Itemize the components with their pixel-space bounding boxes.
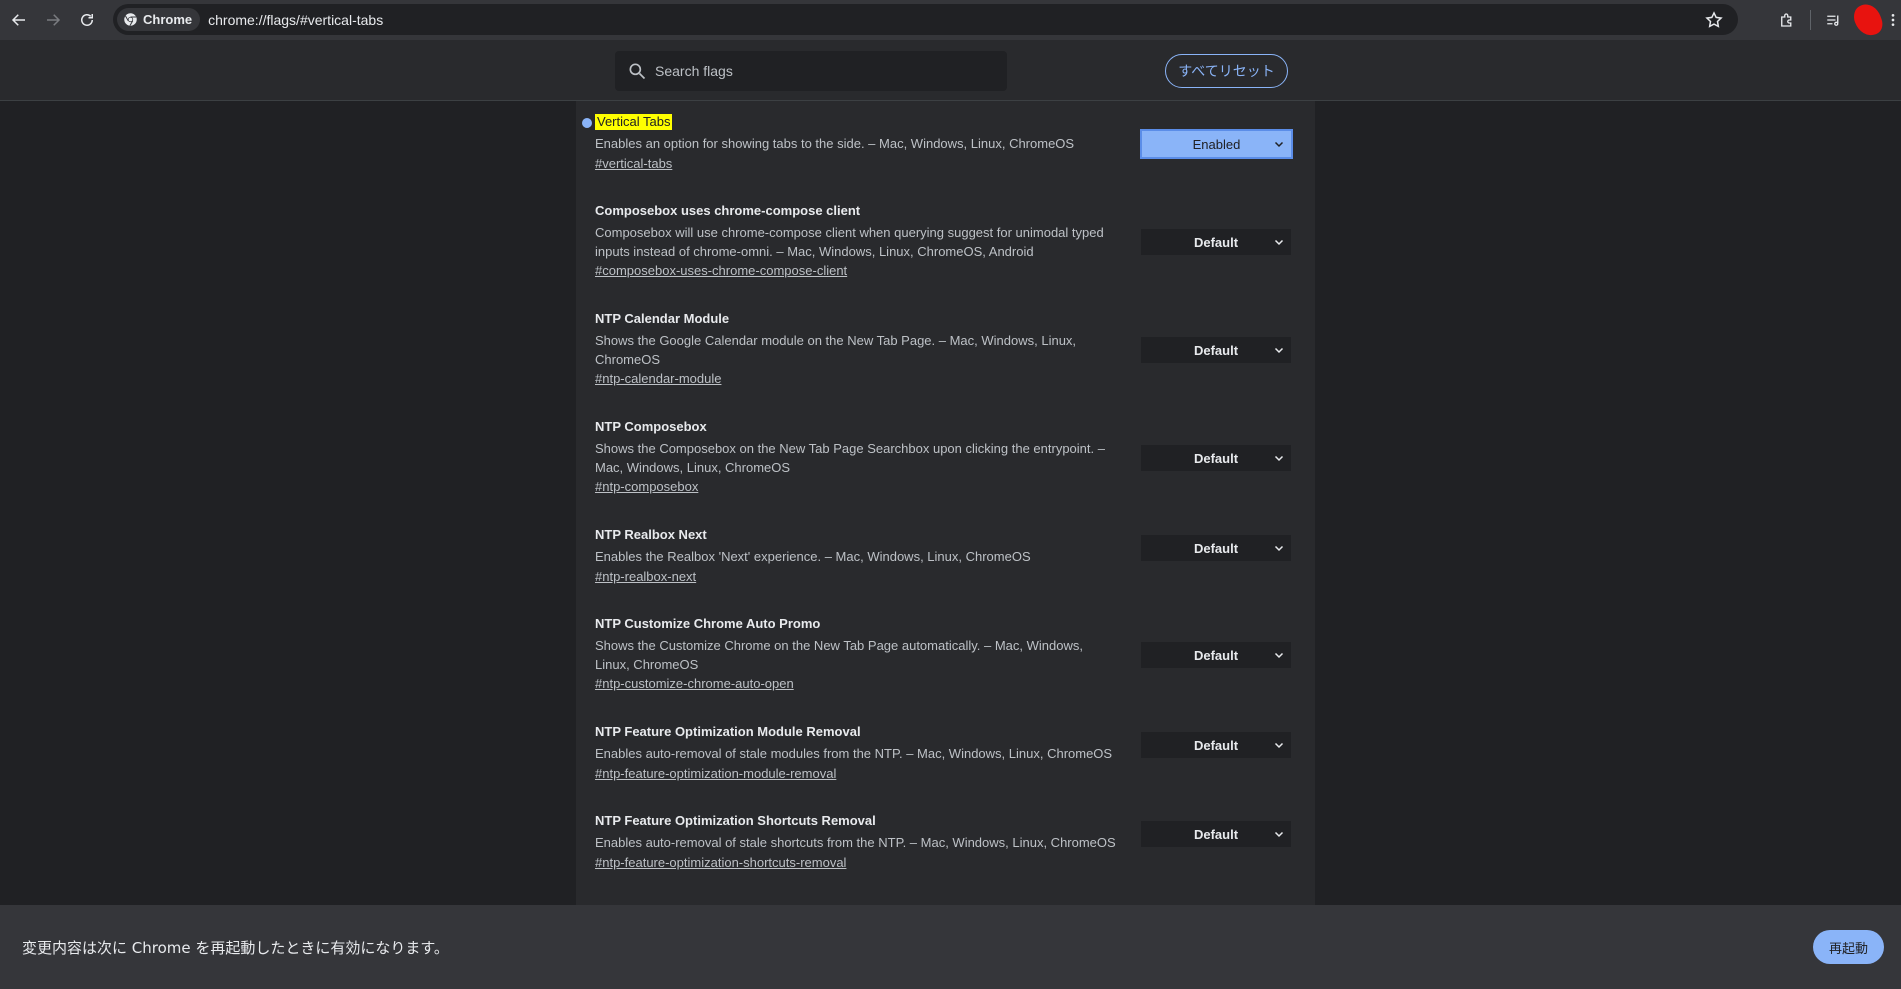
flag-description: Enables auto-removal of stale shortcuts … <box>595 835 1116 850</box>
flag-permalink[interactable]: #ntp-feature-optimization-module-removal <box>595 766 836 781</box>
flag-select-value: Default <box>1193 342 1239 358</box>
flag-title: NTP Feature Optimization Module Removal <box>595 724 861 739</box>
flag-title: Vertical Tabs <box>595 114 673 130</box>
flag-permalink[interactable]: #ntp-composebox <box>595 479 698 494</box>
flag-permalink[interactable]: #ntp-feature-optimization-shortcuts-remo… <box>595 855 846 870</box>
search-box[interactable] <box>615 51 1007 91</box>
puzzle-icon <box>1781 13 1792 27</box>
search-input[interactable] <box>653 62 987 80</box>
reset-all-button[interactable]: すべてリセット <box>1165 54 1288 88</box>
flag-select-value: Default <box>1193 826 1239 842</box>
flag-select[interactable]: Default <box>1141 732 1291 758</box>
flag-description: Enables an option for showing tabs to th… <box>595 136 1075 151</box>
flag-item: NTP Customize Chrome Auto Promo Shows th… <box>576 616 1315 696</box>
flag-title: NTP Calendar Module <box>595 311 730 326</box>
flag-description: Enables the Realbox 'Next' experience. –… <box>595 549 1031 564</box>
flag-item: Composebox uses chrome-compose client Co… <box>576 203 1315 283</box>
search-icon <box>629 63 646 80</box>
chrome-logo-icon <box>124 13 137 26</box>
chevron-down-icon <box>1274 545 1284 552</box>
flag-select[interactable]: Default <box>1141 821 1291 847</box>
modified-dot <box>582 118 592 128</box>
chevron-down-icon <box>1274 455 1284 462</box>
flag-select[interactable]: Default <box>1141 642 1291 668</box>
flag-description: Shows the Customize Chrome on the New Ta… <box>595 638 1083 672</box>
flag-title: NTP Realbox Next <box>595 527 707 542</box>
flag-title: NTP Customize Chrome Auto Promo <box>595 616 821 631</box>
forward-button[interactable] <box>37 4 69 36</box>
reload-icon <box>81 14 93 26</box>
toolbar-right <box>1770 0 1901 40</box>
toolbar-divider <box>1810 10 1811 30</box>
flag-description: Shows the Google Calendar module on the … <box>595 333 1077 367</box>
flag-item: Vertical Tabs Enables an option for show… <box>576 114 1315 184</box>
playlist-icon <box>1827 15 1839 26</box>
relaunch-bar: 変更内容は次に Chrome を再起動したときに有効になります。 再起動 <box>0 905 1901 989</box>
back-button[interactable] <box>3 4 35 36</box>
flag-select-value: Default <box>1193 540 1239 556</box>
forward-arrow-icon <box>47 14 61 26</box>
flag-select[interactable]: Default <box>1141 229 1291 255</box>
media-controls-button[interactable] <box>1817 3 1851 37</box>
relaunch-message: 変更内容は次に Chrome を再起動したときに有効になります。 <box>22 939 449 957</box>
more-vertical-icon <box>1891 14 1895 26</box>
chevron-down-icon <box>1274 831 1284 838</box>
flag-permalink[interactable]: #ntp-realbox-next <box>595 569 696 584</box>
flag-select-value: Enabled <box>1192 136 1241 152</box>
flag-description: Enables auto-removal of stale modules fr… <box>595 746 1113 761</box>
flag-select-value: Default <box>1193 647 1239 663</box>
menu-button[interactable] <box>1885 3 1901 37</box>
flag-permalink[interactable]: #ntp-customize-chrome-auto-open <box>595 676 794 691</box>
flag-permalink[interactable]: #composebox-uses-chrome-compose-client <box>595 263 847 278</box>
flag-select[interactable]: Default <box>1141 535 1291 561</box>
flag-permalink[interactable]: #ntp-calendar-module <box>595 371 721 386</box>
flag-item: NTP Calendar Module Shows the Google Cal… <box>576 311 1315 391</box>
flag-title: NTP Composebox <box>595 419 707 434</box>
chevron-down-icon <box>1274 652 1284 659</box>
relaunch-button[interactable]: 再起動 <box>1813 930 1884 964</box>
chevron-down-icon <box>1274 239 1284 246</box>
flag-permalink[interactable]: #vertical-tabs <box>595 156 672 171</box>
chevron-down-icon <box>1274 141 1284 148</box>
flags-list: Vertical Tabs Enables an option for show… <box>576 101 1315 905</box>
chevron-down-icon <box>1274 742 1284 749</box>
flag-select-value: Default <box>1193 450 1239 466</box>
extensions-button[interactable] <box>1770 3 1804 37</box>
flag-item: NTP Composebox Shows the Composebox on t… <box>576 419 1315 499</box>
flag-item: NTP Feature Optimization Shortcuts Remov… <box>576 813 1315 873</box>
flag-select[interactable]: Default <box>1141 445 1291 471</box>
flag-select[interactable]: Default <box>1141 337 1291 363</box>
back-arrow-icon <box>11 14 25 26</box>
flag-item: NTP Feature Optimization Module Removal … <box>576 724 1315 784</box>
browser-toolbar: Chrome chrome://flags/#vertical-tabs <box>0 0 1901 40</box>
flag-description: Shows the Composebox on the New Tab Page… <box>595 441 1105 475</box>
url-text[interactable]: chrome://flags/#vertical-tabs <box>208 12 383 28</box>
flag-select-value: Default <box>1193 234 1239 250</box>
site-info-chip[interactable]: Chrome <box>117 8 201 31</box>
flag-item: NTP Realbox Next Enables the Realbox 'Ne… <box>576 527 1315 587</box>
flag-description: Composebox will use chrome-compose clien… <box>595 225 1104 259</box>
reload-button[interactable] <box>71 4 103 36</box>
flag-title: NTP Feature Optimization Shortcuts Remov… <box>595 813 876 828</box>
chevron-down-icon <box>1274 347 1284 354</box>
flag-select-value: Default <box>1193 737 1239 753</box>
profile-avatar[interactable] <box>1850 0 1886 40</box>
flag-select[interactable]: Enabled <box>1140 129 1293 159</box>
site-chip-label: Chrome <box>143 12 193 27</box>
address-bar[interactable]: Chrome chrome://flags/#vertical-tabs <box>113 4 1738 35</box>
flag-title: Composebox uses chrome-compose client <box>595 203 861 218</box>
bookmark-star-icon[interactable] <box>1704 10 1724 30</box>
flags-header: すべてリセット <box>0 40 1901 101</box>
